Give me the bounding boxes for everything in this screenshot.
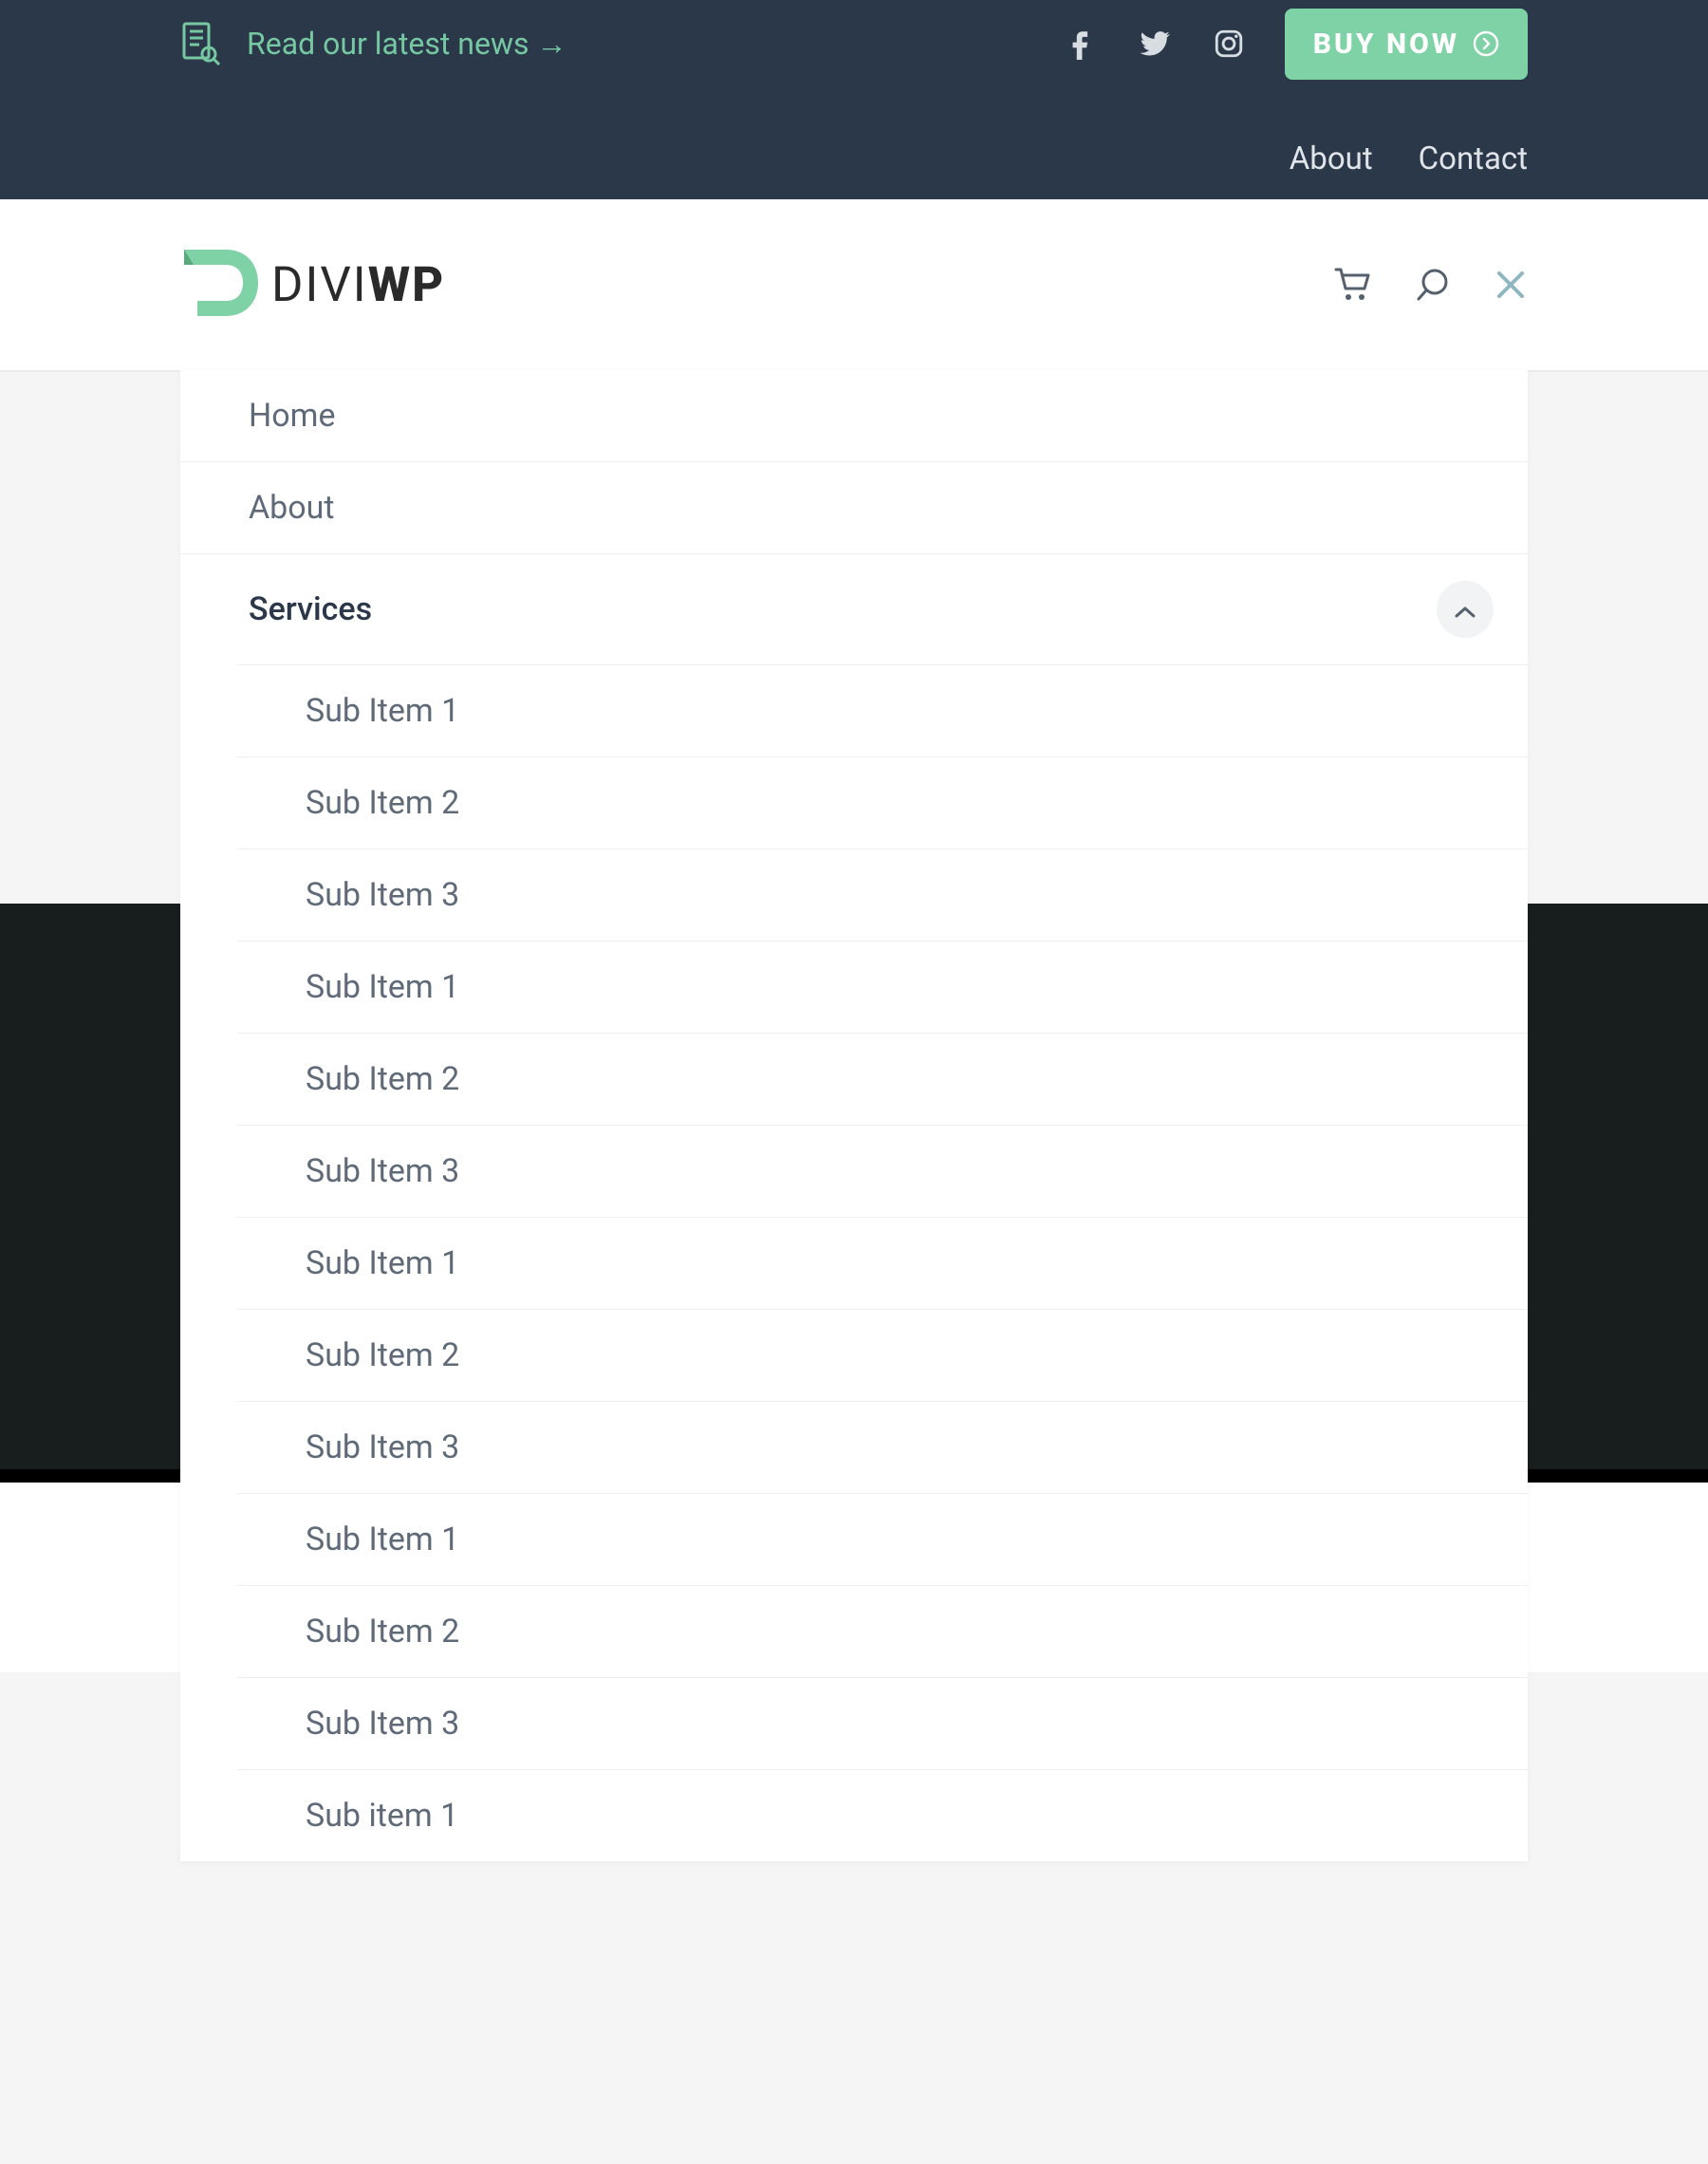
logo-text: DIVIWP [271, 257, 445, 313]
submenu-item-label: Sub Item 2 [306, 1060, 459, 1098]
logo[interactable]: DIVIWP [180, 242, 445, 327]
social-icons [1065, 28, 1245, 60]
buy-now-label: BUY NOW [1313, 28, 1459, 61]
facebook-icon[interactable] [1065, 28, 1097, 60]
navbar: DIVIWP Home About Services [0, 199, 1708, 372]
secondary-nav: About Contact [180, 140, 1528, 177]
news-link-label: Read our latest news → [247, 26, 566, 62]
cart-icon[interactable] [1332, 266, 1372, 304]
menu-item-home[interactable]: Home [180, 370, 1528, 461]
submenu-item[interactable]: Sub Item 3 [237, 1125, 1528, 1217]
submenu-item-label: Sub Item 3 [306, 1152, 459, 1190]
topbar: Read our latest news → BUY NOW [0, 0, 1708, 199]
menu-item-services[interactable]: Services [180, 553, 1528, 664]
submenu-item[interactable]: Sub item 1 [237, 1769, 1528, 1861]
submenu-item-label: Sub Item 1 [306, 1520, 459, 1558]
search-icon[interactable] [1414, 266, 1452, 304]
collapse-toggle[interactable] [1437, 581, 1494, 638]
close-icon[interactable] [1494, 268, 1528, 302]
mobile-menu-panel: Home About Services Sub Item 1 Sub Item … [180, 370, 1528, 1861]
submenu-item-label: Sub Item 1 [306, 968, 459, 1006]
logo-mark-icon [180, 242, 266, 327]
submenu-item[interactable]: Sub Item 2 [237, 1309, 1528, 1401]
menu-item-label: About [249, 489, 335, 527]
menu-item-about[interactable]: About [180, 461, 1528, 553]
chevron-right-circle-icon [1473, 30, 1499, 57]
submenu-item-label: Sub Item 2 [306, 784, 459, 822]
submenu-item[interactable]: Sub Item 1 [237, 664, 1528, 756]
secondary-nav-contact[interactable]: Contact [1419, 140, 1528, 177]
submenu-item[interactable]: Sub Item 1 [237, 1493, 1528, 1585]
submenu-item[interactable]: Sub Item 1 [237, 941, 1528, 1033]
buy-now-button[interactable]: BUY NOW [1285, 9, 1528, 80]
submenu-item-label: Sub Item 1 [306, 1244, 459, 1282]
submenu-item[interactable]: Sub Item 2 [237, 756, 1528, 849]
submenu-item-label: Sub item 1 [306, 1797, 458, 1835]
chevron-up-icon [1453, 590, 1477, 628]
submenu-item-label: Sub Item 1 [306, 692, 459, 730]
menu-item-label: Home [249, 397, 336, 435]
submenu-item-label: Sub Item 3 [306, 876, 459, 914]
submenu-item[interactable]: Sub Item 3 [237, 1677, 1528, 1769]
menu-item-label: Services [249, 590, 372, 628]
submenu-item-label: Sub Item 3 [306, 1428, 459, 1466]
submenu-item[interactable]: Sub Item 3 [237, 1401, 1528, 1493]
submenu-item[interactable]: Sub Item 1 [237, 1217, 1528, 1309]
submenu-item-label: Sub Item 2 [306, 1336, 459, 1374]
secondary-nav-about[interactable]: About [1290, 140, 1373, 177]
nav-icons [1332, 266, 1528, 304]
submenu-item[interactable]: Sub Item 3 [237, 849, 1528, 941]
submenu-item-label: Sub Item 2 [306, 1613, 459, 1651]
submenu-item[interactable]: Sub Item 2 [237, 1585, 1528, 1677]
document-search-icon [180, 22, 220, 65]
news-link[interactable]: Read our latest news → [180, 22, 566, 65]
instagram-icon[interactable] [1213, 28, 1245, 60]
twitter-icon[interactable] [1137, 28, 1173, 60]
submenu-item-label: Sub Item 3 [306, 1705, 459, 1743]
submenu-item[interactable]: Sub Item 2 [237, 1033, 1528, 1125]
submenu-services: Sub Item 1 Sub Item 2 Sub Item 3 Sub Ite… [180, 664, 1528, 1861]
